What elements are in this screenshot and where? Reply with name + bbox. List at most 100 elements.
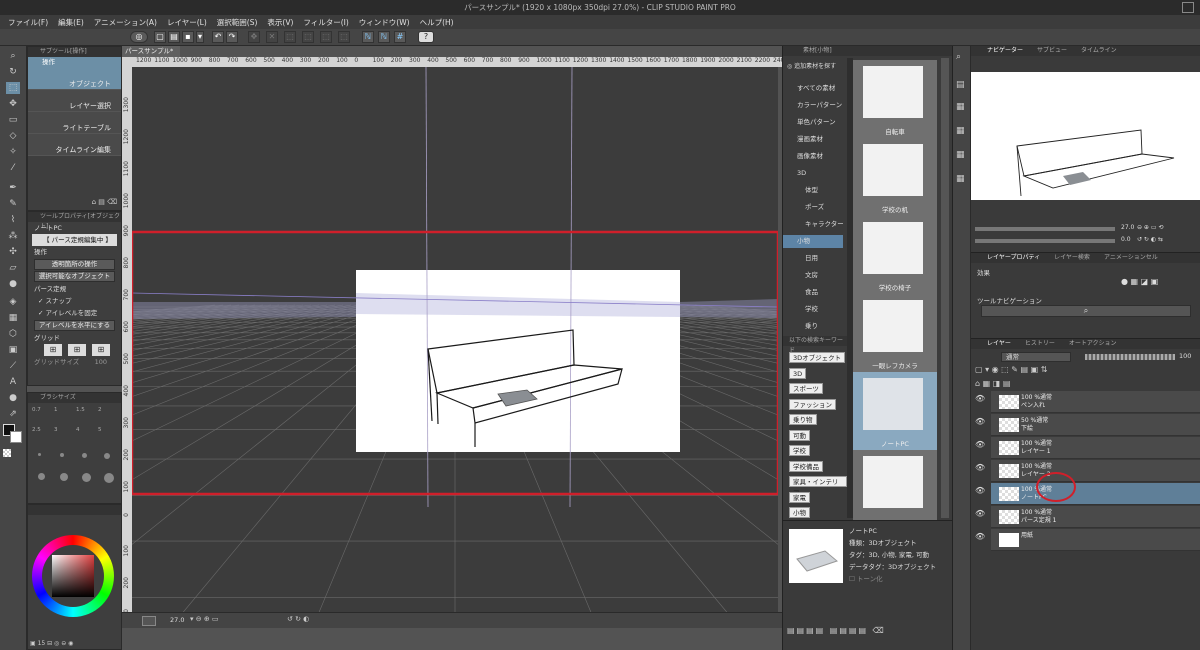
layer-row[interactable]: 👁 用紙 bbox=[975, 529, 1200, 551]
blend-mode-select[interactable]: 通常 bbox=[1001, 352, 1071, 362]
invert-icon[interactable]: ⬚ bbox=[338, 31, 350, 43]
tab-history[interactable]: ヒストリー bbox=[1025, 339, 1055, 349]
menu-animation[interactable]: アニメーション(A) bbox=[94, 17, 157, 28]
navigator-preview[interactable] bbox=[971, 72, 1200, 200]
save-dropdown-icon[interactable]: ▾ bbox=[196, 31, 204, 43]
tab-layer-search[interactable]: レイヤー検索 bbox=[1054, 253, 1090, 263]
window-controls[interactable] bbox=[1182, 2, 1194, 13]
material-item[interactable]: 学校の椅子 bbox=[853, 216, 937, 294]
material-item[interactable] bbox=[853, 450, 937, 528]
fill-icon[interactable]: ⬚ bbox=[284, 31, 296, 43]
layer-row[interactable]: 👁 100 %通常 レイヤー 2 bbox=[975, 460, 1200, 482]
brush-size-cell[interactable]: 1 bbox=[54, 407, 74, 425]
transform-icon[interactable]: ✥ bbox=[248, 31, 260, 43]
zoom-controls-icon[interactable]: ▾ ⊖ ⊕ ▭ bbox=[190, 615, 219, 623]
effect-icons[interactable]: ● ▦ ◪ ▣ bbox=[1121, 277, 1158, 286]
help-icon[interactable]: ? bbox=[418, 31, 434, 43]
brush-size-dot[interactable] bbox=[82, 453, 87, 458]
crop-icon[interactable]: ⬚ bbox=[320, 31, 332, 43]
gradient-tool-icon[interactable]: ▦ bbox=[6, 312, 20, 324]
subtool-group-tab[interactable]: 操作 bbox=[28, 57, 121, 68]
eye-icon[interactable]: 👁 bbox=[975, 486, 985, 495]
grid-yz-icon[interactable]: ⊞ bbox=[68, 344, 86, 356]
fix-eye-level-row[interactable]: ✓ アイレベルを固定 bbox=[28, 307, 121, 319]
snap-grid-icon[interactable]: # bbox=[394, 31, 406, 43]
blend-tool-icon[interactable]: ● bbox=[6, 278, 20, 290]
eye-icon[interactable]: 👁 bbox=[975, 532, 985, 541]
opacity-slider[interactable] bbox=[1085, 354, 1175, 360]
clip-studio-icon[interactable]: ◎ bbox=[130, 31, 148, 43]
selection-tool-icon[interactable]: ▭ bbox=[6, 114, 20, 126]
saturation-value-square[interactable] bbox=[52, 555, 94, 597]
subtool-light-table[interactable]: ライトテーブル bbox=[28, 112, 121, 134]
layer-row[interactable]: 👁 100 %通常 ノートPC bbox=[975, 483, 1200, 505]
eye-icon[interactable]: 👁 bbox=[975, 394, 985, 403]
menu-edit[interactable]: 編集(E) bbox=[58, 17, 84, 28]
layer-row[interactable]: 👁 100 %通常 ペン入れ bbox=[975, 391, 1200, 413]
subtool-timeline-edit[interactable]: タイムライン編集 bbox=[28, 134, 121, 156]
pen-tool-icon[interactable]: ✒ bbox=[6, 182, 20, 194]
layer-row[interactable]: 👁 50 %通常 下絵 bbox=[975, 414, 1200, 436]
operation-tool-icon[interactable]: ⬚ bbox=[6, 82, 20, 94]
material-item[interactable]: ノートPC bbox=[853, 372, 937, 450]
tone-checkbox-row[interactable]: ☐ トーン化 bbox=[849, 573, 936, 585]
timeline-icon[interactable]: ▦ bbox=[956, 174, 965, 184]
tab-subview[interactable]: サブビュー bbox=[1037, 46, 1067, 56]
brush-size-dot[interactable] bbox=[104, 473, 114, 483]
brush-size-cell[interactable]: 2.5 bbox=[32, 427, 52, 445]
tab-layer[interactable]: レイヤー bbox=[987, 339, 1011, 349]
eye-icon[interactable]: 👁 bbox=[975, 509, 985, 518]
brush-size-cell[interactable]: 3 bbox=[54, 427, 74, 445]
eye-level-horizontal-button[interactable]: アイレベルを水平にする bbox=[34, 320, 115, 331]
document-tab[interactable]: パースサンプル* ✕ bbox=[122, 46, 180, 66]
zoom-value[interactable]: 27.0 bbox=[170, 616, 184, 624]
redo-icon[interactable]: ↷ bbox=[226, 31, 238, 43]
navigator-angle-icons[interactable]: ↺ ↻ ◐ ⇆ bbox=[1137, 236, 1163, 243]
navigator-zoom-icons[interactable]: ⊖ ⊕ ▭ ⟲ bbox=[1137, 224, 1163, 231]
decoration-tool-icon[interactable]: ✣ bbox=[6, 246, 20, 258]
material-item[interactable]: 自転車 bbox=[853, 60, 937, 138]
tab-animation-cel[interactable]: アニメーションセル bbox=[1104, 253, 1158, 263]
angle-slider[interactable] bbox=[975, 239, 1115, 243]
correct-line-tool-icon[interactable]: ⇗ bbox=[6, 408, 20, 420]
opacity-value[interactable]: 100 bbox=[1179, 352, 1191, 360]
brush-size-cell[interactable]: 1.5 bbox=[76, 407, 96, 425]
deselect-icon[interactable]: ⬚ bbox=[302, 31, 314, 43]
eyedropper-tool-icon[interactable]: ⁄ bbox=[6, 162, 20, 174]
move-layer-tool-icon[interactable]: ✥ bbox=[6, 98, 20, 110]
palette-icon[interactable]: ▦ bbox=[956, 102, 965, 112]
eye-icon[interactable]: 👁 bbox=[975, 417, 985, 426]
pencil-tool-icon[interactable]: ✎ bbox=[6, 198, 20, 210]
transparent-color-swatch[interactable] bbox=[3, 449, 11, 457]
lasso-tool-icon[interactable]: ◇ bbox=[6, 130, 20, 142]
fill-tool-icon[interactable]: ◈ bbox=[6, 296, 20, 308]
magnifier-tool-icon[interactable]: ⌕ bbox=[6, 50, 20, 62]
material-item[interactable]: 一眼レフカメラ bbox=[853, 294, 937, 372]
open-file-icon[interactable]: ▤ bbox=[168, 31, 180, 43]
figure-tool-icon[interactable]: ⬡ bbox=[6, 328, 20, 340]
zoom-slider[interactable] bbox=[975, 227, 1115, 231]
layer-icon[interactable]: ▦ bbox=[956, 126, 965, 136]
subtool-object[interactable]: オブジェクト bbox=[28, 68, 121, 90]
tab-navigator[interactable]: ナビゲーター bbox=[987, 46, 1023, 56]
auto-select-tool-icon[interactable]: ✧ bbox=[6, 146, 20, 158]
ruler-tool-icon[interactable]: ⟋ bbox=[6, 360, 20, 372]
rotate-controls-icon[interactable]: ↺ ↻ ◐ bbox=[287, 615, 309, 623]
brush-size-cell[interactable]: 0.7 bbox=[32, 407, 52, 425]
selectable-object-dropdown[interactable]: 選択可能なオブジェクト bbox=[34, 271, 115, 282]
menu-file[interactable]: ファイル(F) bbox=[8, 17, 48, 28]
menu-filter[interactable]: フィルター(I) bbox=[303, 17, 348, 28]
canvas-viewport[interactable] bbox=[132, 67, 778, 622]
brush-size-dot[interactable] bbox=[38, 453, 41, 456]
brush-size-dot[interactable] bbox=[38, 473, 45, 480]
airbrush-tool-icon[interactable]: ⁂ bbox=[6, 230, 20, 242]
history-icon[interactable]: ▦ bbox=[956, 150, 965, 160]
eraser-tool-icon[interactable]: ▱ bbox=[6, 262, 20, 274]
brush-size-dot[interactable] bbox=[60, 453, 64, 457]
snap-special-ruler-icon[interactable]: ℕ bbox=[378, 31, 390, 43]
layer-toolbar-row2[interactable]: ⌂ ▦ ◨ ▤ bbox=[975, 379, 1010, 388]
balloon-tool-icon[interactable]: ● bbox=[6, 392, 20, 404]
grid-xz-icon[interactable]: ⊞ bbox=[92, 344, 110, 356]
brush-size-cell[interactable]: 4 bbox=[76, 427, 96, 445]
subtool-menu-icons[interactable]: ⌂ ▤ ⌫ bbox=[92, 198, 117, 206]
